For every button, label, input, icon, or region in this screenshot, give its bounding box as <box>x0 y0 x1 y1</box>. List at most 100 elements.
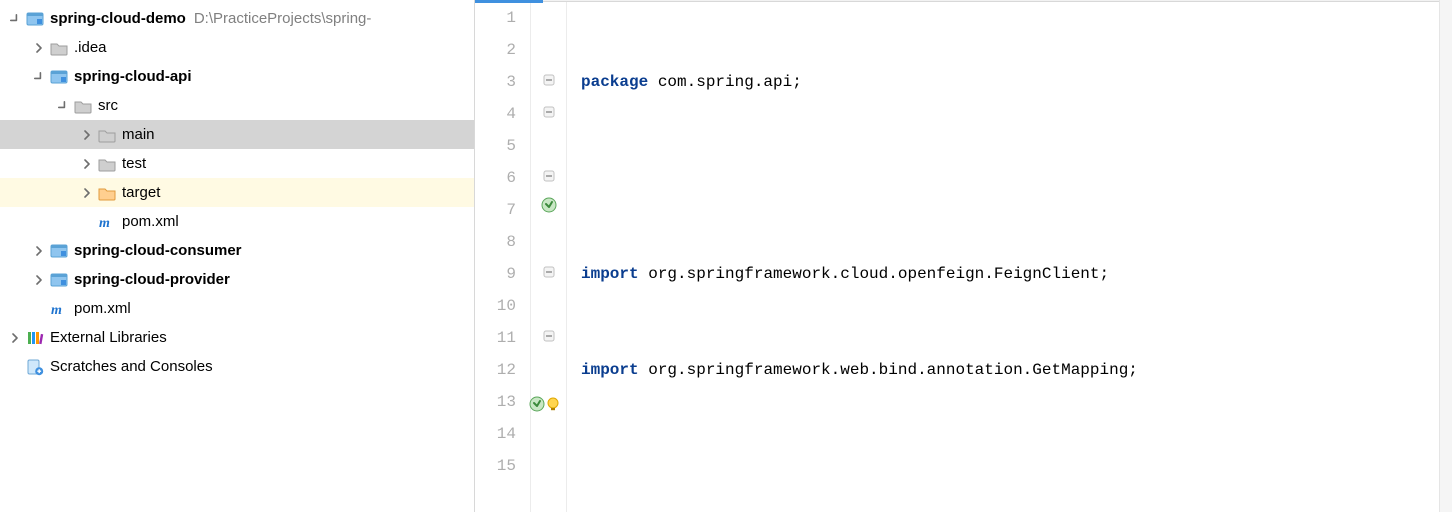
tree-item[interactable]: m pom.xml <box>0 207 474 236</box>
code-text[interactable]: package com.spring.api; import org.sprin… <box>567 2 1452 512</box>
gutter-icon-cell <box>531 354 566 386</box>
code-area: 123456789101112131415 package com.spring… <box>475 2 1452 512</box>
chevron-right-icon[interactable] <box>32 244 46 258</box>
tree-item[interactable]: test <box>0 149 474 178</box>
keyword: package <box>581 73 658 91</box>
fold-toggle-icon[interactable] <box>543 66 555 98</box>
fold-toggle-icon[interactable] <box>543 162 555 194</box>
chevron-right-icon[interactable] <box>32 41 46 55</box>
line-number[interactable]: 10 <box>475 290 516 322</box>
tree-item[interactable]: m pom.xml <box>0 294 474 323</box>
line-number[interactable]: 3 <box>475 66 516 98</box>
project-tree[interactable]: spring-cloud-demo D:\PracticeProjects\spr… <box>0 0 475 512</box>
chevron-down-icon[interactable] <box>56 99 70 113</box>
folder-icon <box>98 155 116 173</box>
tree-item[interactable]: spring-cloud-consumer <box>0 236 474 265</box>
gutter-icon-cell <box>531 258 566 290</box>
line-number-gutter[interactable]: 123456789101112131415 <box>475 2 531 512</box>
chevron-down-icon[interactable] <box>8 12 22 26</box>
gutter-icon-cell <box>531 194 566 226</box>
editor-scrollbar[interactable] <box>1439 0 1452 512</box>
line-number[interactable]: 9 <box>475 258 516 290</box>
gutter-icon-cell <box>531 386 566 418</box>
code-line[interactable] <box>581 162 1452 194</box>
tree-item-label: spring-cloud-provider <box>74 265 230 294</box>
gutter-icon-cell <box>531 130 566 162</box>
line-number[interactable]: 14 <box>475 418 516 450</box>
code-line[interactable]: import org.springframework.cloud.openfei… <box>581 258 1452 290</box>
import-path: org.springframework.web.bind.annotation.… <box>648 361 1138 379</box>
line-number[interactable]: 2 <box>475 34 516 66</box>
chevron-right-icon[interactable] <box>80 186 94 200</box>
chevron-down-icon[interactable] <box>32 70 46 84</box>
line-number[interactable]: 12 <box>475 354 516 386</box>
gutter-icon-cell <box>531 450 566 482</box>
scratch-icon <box>26 358 44 376</box>
gutter-icon-cell <box>531 226 566 258</box>
line-number[interactable]: 11 <box>475 322 516 354</box>
tree-item-label: src <box>98 91 118 120</box>
maven-icon: m <box>50 300 68 318</box>
project-path-hint: D:\PracticeProjects\spring- <box>194 4 372 33</box>
gutter-icon-cell <box>531 34 566 66</box>
fold-toggle-icon[interactable] <box>543 322 555 354</box>
fold-toggle-icon[interactable] <box>543 98 555 130</box>
tree-item-label: Scratches and Consoles <box>50 352 213 381</box>
chevron-right-icon[interactable] <box>32 273 46 287</box>
folder-icon <box>98 126 116 144</box>
chevron-right-icon[interactable] <box>8 331 22 345</box>
chevron-right-icon[interactable] <box>80 128 94 142</box>
code-line[interactable] <box>581 450 1452 482</box>
tree-item[interactable]: spring-cloud-api <box>0 62 474 91</box>
fold-toggle-icon[interactable] <box>543 258 555 290</box>
libs-icon <box>26 329 44 347</box>
tree-item[interactable]: .idea <box>0 33 474 62</box>
line-number[interactable]: 6 <box>475 162 516 194</box>
code-line[interactable]: import org.springframework.web.bind.anno… <box>581 354 1452 386</box>
tree-item[interactable]: External Libraries <box>0 323 474 352</box>
gutter-icon-cell <box>531 98 566 130</box>
tree-item[interactable]: main <box>0 120 474 149</box>
tree-item[interactable]: spring-cloud-demo D:\PracticeProjects\spr… <box>0 4 474 33</box>
line-number[interactable]: 4 <box>475 98 516 130</box>
keyword: import <box>581 265 648 283</box>
line-number[interactable]: 7 <box>475 194 516 226</box>
gutter-icon-cell <box>531 66 566 98</box>
keyword: import <box>581 361 648 379</box>
line-number[interactable]: 13 <box>475 386 516 418</box>
svg-text:m: m <box>51 303 62 318</box>
implemented-icon[interactable] <box>540 194 558 226</box>
module-icon <box>50 242 68 260</box>
chevron-right-icon[interactable] <box>80 157 94 171</box>
tree-item-label: External Libraries <box>50 323 167 352</box>
tree-item-label: spring-cloud-demo <box>50 4 186 33</box>
gutter-icon-cell <box>531 2 566 34</box>
gutter-icon-strip[interactable] <box>531 2 567 512</box>
svg-text:m: m <box>99 216 110 231</box>
no-expand-icon <box>80 215 94 229</box>
folder-icon <box>74 97 92 115</box>
line-number[interactable]: 1 <box>475 2 516 34</box>
module-icon <box>26 10 44 28</box>
tree-item-label: test <box>122 149 146 178</box>
intention-bulb-icon[interactable] <box>544 393 562 425</box>
tree-item[interactable]: src <box>0 91 474 120</box>
module-icon <box>50 68 68 86</box>
tree-item-label: .idea <box>74 33 107 62</box>
code-line[interactable]: package com.spring.api; <box>581 66 1452 98</box>
tree-item-label: spring-cloud-api <box>74 62 192 91</box>
tree-item-label: pom.xml <box>74 294 131 323</box>
tree-item[interactable]: spring-cloud-provider <box>0 265 474 294</box>
tree-item[interactable]: Scratches and Consoles <box>0 352 474 381</box>
package-path: com.spring.api; <box>658 73 802 91</box>
code-editor: 123456789101112131415 package com.spring… <box>475 0 1452 512</box>
folder-icon <box>50 39 68 57</box>
tree-item-label: main <box>122 120 155 149</box>
line-number[interactable]: 15 <box>475 450 516 482</box>
import-path: org.springframework.cloud.openfeign.Feig… <box>648 265 1109 283</box>
line-number[interactable]: 8 <box>475 226 516 258</box>
gutter-icon-cell <box>531 290 566 322</box>
line-number[interactable]: 5 <box>475 130 516 162</box>
tree-item-label: pom.xml <box>122 207 179 236</box>
tree-item[interactable]: target <box>0 178 474 207</box>
